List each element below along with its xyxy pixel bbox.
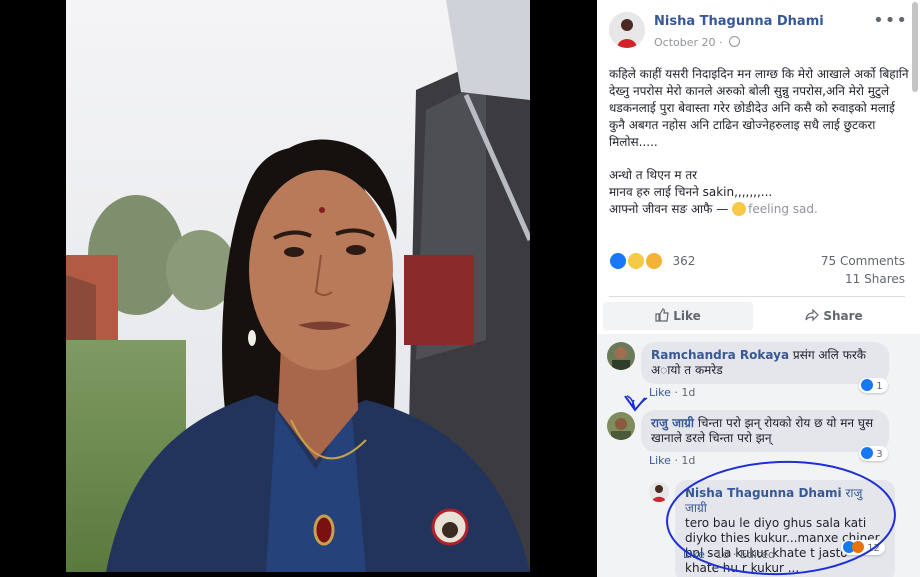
comment-count[interactable]: 75 Comments <box>821 254 905 268</box>
wow-reaction-icon <box>644 252 663 270</box>
reaction-count[interactable]: 362 <box>672 254 695 268</box>
like-button[interactable]: Like <box>603 302 753 330</box>
comment-reaction-count: 3 <box>876 449 883 460</box>
like-label: Like <box>673 309 701 323</box>
action-bar: Like Share <box>597 302 920 330</box>
like-reaction-icon <box>609 252 627 270</box>
comment-reactions[interactable]: 3 <box>859 446 888 461</box>
like-reaction-icon <box>861 447 873 459</box>
author-avatar[interactable] <box>609 12 645 48</box>
commenter-avatar[interactable] <box>649 482 669 502</box>
commenter-name[interactable]: Ramchandra Rokaya <box>651 348 789 362</box>
comment-time[interactable]: · 1d <box>674 454 695 467</box>
commenter-avatar[interactable] <box>607 412 635 440</box>
commenter-name[interactable]: राजु जाग्री <box>651 416 694 430</box>
comment-reaction-count: 1 <box>876 381 883 392</box>
comment-bubble: Ramchandra Rokaya प्रसंग अलि फरकै अायो त… <box>641 342 889 384</box>
comment-reaction-count: 12 <box>867 543 880 554</box>
thumbs-up-icon <box>655 308 669 322</box>
comment-meta: Like · 1d <box>649 454 695 467</box>
edited-label[interactable]: Edited <box>740 548 775 561</box>
share-label: Share <box>823 309 863 323</box>
commenter-avatar[interactable] <box>607 342 635 370</box>
comment-like-button[interactable]: Like <box>649 386 671 399</box>
comment-reactions[interactable]: 1 <box>859 378 888 393</box>
sad-emoji-icon <box>732 202 747 216</box>
comment-like-button[interactable]: Like <box>649 454 671 467</box>
post-header: Nisha Thagunna Dhami October 20 · <box>609 12 909 52</box>
angry-reaction-icon <box>852 541 864 553</box>
post-meta: October 20 · <box>654 36 741 49</box>
sad-reaction-icon <box>626 252 645 270</box>
comment-time[interactable]: · 1d · <box>708 548 736 561</box>
feeling-label[interactable]: feeling sad. <box>748 202 818 216</box>
author-name[interactable]: Nisha Thagunna Dhami <box>654 14 824 29</box>
share-count[interactable]: 11 Shares <box>845 272 905 286</box>
globe-icon <box>729 36 741 47</box>
share-icon <box>805 308 820 322</box>
share-button[interactable]: Share <box>759 302 909 330</box>
scrollbar[interactable] <box>912 2 918 92</box>
post-photo[interactable] <box>66 0 530 572</box>
divider <box>609 296 905 297</box>
post-line: मानव हरु लाई चिनने sakin,,,,,,,... <box>609 185 773 199</box>
comment-reactions[interactable]: 12 <box>841 540 885 555</box>
post-paragraph: कहिले काहीं यसरी निदाइदिन मन लाग्छ कि मे… <box>609 67 909 149</box>
comment-time[interactable]: · 1d <box>674 386 695 399</box>
post-text: कहिले काहीं यसरी निदाइदिन मन लाग्छ कि मे… <box>609 66 909 218</box>
comment-meta: Like · 1d <box>649 386 695 399</box>
reply-bubble: Nisha Thagunna Dhami राजु जाग्री tero ba… <box>675 480 895 577</box>
comment-meta: Like · 1d · Edited <box>683 548 775 561</box>
post-stats: 362 75 Comments 11 Shares <box>609 252 905 292</box>
commenter-name[interactable]: Nisha Thagunna Dhami <box>685 486 842 500</box>
comment-bubble: राजु जाग्री चिन्ता परो झन् रोयको रोय छ य… <box>641 410 889 452</box>
more-options-icon[interactable]: ••• <box>873 10 908 31</box>
comment-like-button[interactable]: Like <box>683 548 705 561</box>
post-panel: Nisha Thagunna Dhami October 20 · ••• कह… <box>597 0 920 577</box>
photo-viewer <box>0 0 597 577</box>
post-line: आफ्नो जीवन सङ आफै — <box>609 202 729 216</box>
post-line: अन्धो त थिएन म तर <box>609 168 698 182</box>
like-reaction-icon <box>861 379 873 391</box>
comments-section: Ramchandra Rokaya प्रसंग अलि फरकै अायो त… <box>597 334 920 577</box>
post-date[interactable]: October 20 · <box>654 36 723 49</box>
